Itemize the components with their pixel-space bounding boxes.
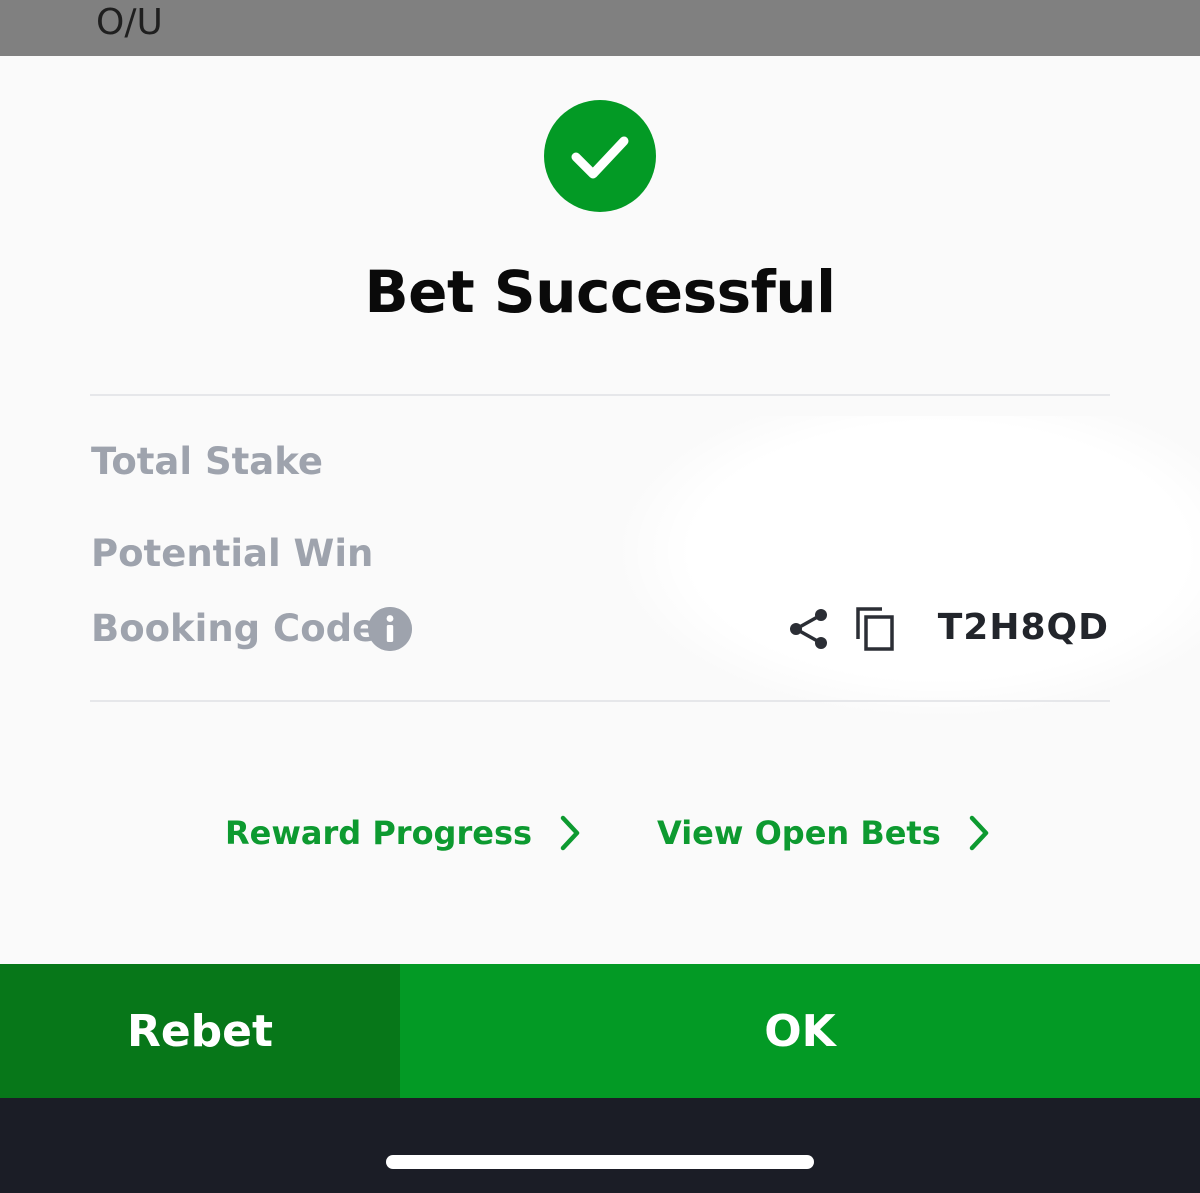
view-open-bets-label: View Open Bets <box>657 814 941 852</box>
bet-success-sheet: Bet Successful Total Stake Potential Win… <box>0 56 1200 964</box>
ok-button[interactable]: OK <box>400 964 1200 1098</box>
chevron-right-icon <box>969 815 988 851</box>
top-bar: O/U <box>0 0 1200 56</box>
check-circle-icon <box>544 100 656 212</box>
chevron-right-icon <box>560 815 580 851</box>
booking-code: T2H8QD <box>937 607 1109 648</box>
info-icon[interactable] <box>368 607 412 651</box>
rebet-button[interactable]: Rebet <box>0 964 400 1098</box>
home-indicator[interactable] <box>386 1155 814 1169</box>
share-icon[interactable] <box>787 607 831 651</box>
page-title: Bet Successful <box>364 258 836 326</box>
system-bottom-bar <box>0 1098 1200 1193</box>
view-open-bets-link[interactable]: View Open Bets <box>657 808 991 858</box>
total-stake-label: Total Stake <box>91 440 323 483</box>
reward-progress-label: Reward Progress <box>225 814 533 852</box>
copy-icon[interactable] <box>854 605 898 653</box>
top-divider <box>90 394 1110 396</box>
market-label: O/U <box>96 2 163 43</box>
redacted-amounts <box>620 416 1200 716</box>
reward-progress-link[interactable]: Reward Progress <box>225 808 582 858</box>
booking-code-label: Booking Code <box>91 607 378 650</box>
potential-win-label: Potential Win <box>91 532 374 575</box>
bottom-divider <box>90 700 1110 702</box>
